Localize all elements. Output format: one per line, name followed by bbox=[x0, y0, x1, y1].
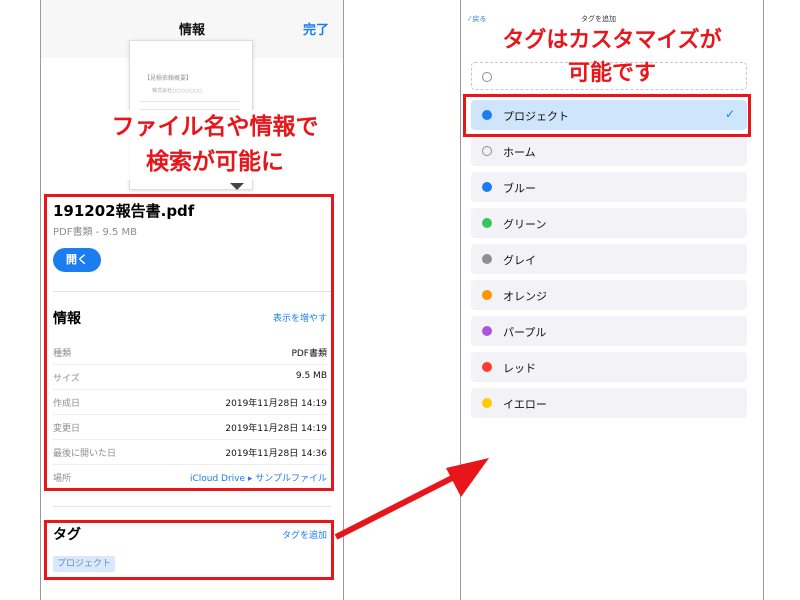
tag-list-panel: ⁄ 戻る タグを追加 プロジェクト ✓ ホームブルーグリーングレイオレンジパープルレ… bbox=[460, 0, 764, 600]
tag-color-dot-icon bbox=[482, 182, 492, 192]
open-button[interactable]: 開く bbox=[53, 248, 101, 272]
divider bbox=[53, 291, 331, 292]
tag-option-row[interactable]: グリーン bbox=[471, 208, 747, 238]
info-value: 2019年11月28日 14:36 bbox=[225, 449, 327, 459]
file-info-panel: 情報 完了 【見積依頼概要】 株式会社○○○○○○○ 191202報告書.pdf… bbox=[40, 0, 344, 600]
show-more-link[interactable]: 表示を増やす bbox=[273, 311, 327, 324]
tag-option-row[interactable]: イエロー bbox=[471, 388, 747, 418]
tag-option-label: オレンジ bbox=[503, 290, 547, 303]
tag-option-row[interactable]: レッド bbox=[471, 352, 747, 382]
tag-option-label: イエロー bbox=[503, 398, 547, 411]
callout-line: ファイル名や情報で bbox=[111, 114, 319, 140]
info-value: PDF書類 bbox=[291, 349, 327, 359]
info-row-last-opened: 最後に開いた日 2019年11月28日 14:36 bbox=[53, 440, 327, 465]
tag-option-row[interactable]: ブルー bbox=[471, 172, 747, 202]
tag-option-row[interactable]: パープル bbox=[471, 316, 747, 346]
info-row-location: 場所 iCloud Drive ▸ サンプルファイル bbox=[53, 465, 327, 490]
thumbnail-title: 【見積依頼概要】 bbox=[144, 75, 193, 82]
tag-option-row[interactable]: プロジェクト ✓ bbox=[471, 100, 747, 130]
tags-heading: タグ bbox=[53, 527, 81, 543]
tag-color-dot-icon bbox=[482, 362, 492, 372]
thumbnail-marker-icon bbox=[230, 183, 244, 190]
info-value: 9.5 MB bbox=[295, 371, 327, 381]
tag-color-dot-icon bbox=[482, 254, 492, 264]
tag-chip[interactable]: プロジェクト bbox=[53, 556, 116, 572]
tag-option-label: ホーム bbox=[503, 146, 536, 159]
tag-option-row[interactable]: グレイ bbox=[471, 244, 747, 274]
add-tag-link[interactable]: タグを追加 bbox=[282, 528, 327, 541]
tag-color-dot-icon bbox=[482, 398, 492, 408]
done-button[interactable]: 完了 bbox=[303, 19, 329, 38]
tag-color-dot-icon bbox=[482, 326, 492, 336]
info-key: 最後に開いた日 bbox=[53, 449, 117, 459]
tag-color-dot-icon bbox=[482, 146, 492, 156]
callout-search: ファイル名や情報で 検索が可能に bbox=[85, 110, 343, 180]
info-key: 作成日 bbox=[53, 399, 81, 409]
tag-color-dot-icon bbox=[482, 290, 492, 300]
info-row-modified: 変更日 2019年11月28日 14:19 bbox=[53, 415, 327, 440]
thumbnail-subtitle: 株式会社○○○○○○○ bbox=[152, 88, 203, 94]
info-heading: 情報 bbox=[53, 311, 81, 327]
thumbnail-line bbox=[140, 101, 240, 102]
file-name: 191202報告書.pdf bbox=[53, 202, 195, 220]
location-link[interactable]: iCloud Drive ▸ サンプルファイル bbox=[190, 471, 327, 484]
back-button[interactable]: ⁄ 戻る bbox=[469, 14, 493, 24]
tag-option-label: グレイ bbox=[503, 254, 536, 267]
info-value: 2019年11月28日 14:19 bbox=[225, 424, 327, 434]
callout-line: 検索が可能に bbox=[146, 149, 284, 175]
divider bbox=[53, 506, 331, 507]
info-key: 種類 bbox=[53, 349, 72, 359]
arrow-shaft bbox=[334, 472, 460, 540]
file-meta: PDF書類 - 9.5 MB bbox=[53, 227, 138, 238]
checkmark-icon: ✓ bbox=[724, 107, 735, 121]
info-key: 変更日 bbox=[53, 424, 81, 434]
info-row-type: 種類 PDF書類 bbox=[53, 340, 327, 365]
nav-title: タグを追加 bbox=[581, 15, 616, 23]
info-value: 2019年11月28日 14:19 bbox=[225, 399, 327, 409]
tag-option-label: グリーン bbox=[503, 218, 547, 231]
nav-title: 情報 bbox=[178, 23, 205, 38]
info-key: 場所 bbox=[53, 474, 72, 484]
info-row-created: 作成日 2019年11月28日 14:19 bbox=[53, 390, 327, 415]
tag-option-row[interactable]: オレンジ bbox=[471, 280, 747, 310]
info-key: サイズ bbox=[53, 374, 80, 384]
info-row-size: サイズ 9.5 MB bbox=[53, 365, 327, 390]
tag-option-label: ブルー bbox=[503, 182, 536, 195]
callout-line: 可能です bbox=[567, 61, 656, 86]
tag-option-label: パープル bbox=[503, 326, 547, 339]
tag-color-dot-icon bbox=[482, 110, 492, 120]
callout-line: タグはカスタマイズが bbox=[502, 28, 722, 53]
tag-option-label: プロジェクト bbox=[503, 110, 569, 123]
tag-color-dot-icon bbox=[482, 218, 492, 228]
tag-option-label: レッド bbox=[503, 362, 536, 375]
callout-customize: タグはカスタマイズが 可能です bbox=[461, 24, 763, 90]
tag-option-row[interactable]: ホーム bbox=[471, 136, 747, 166]
